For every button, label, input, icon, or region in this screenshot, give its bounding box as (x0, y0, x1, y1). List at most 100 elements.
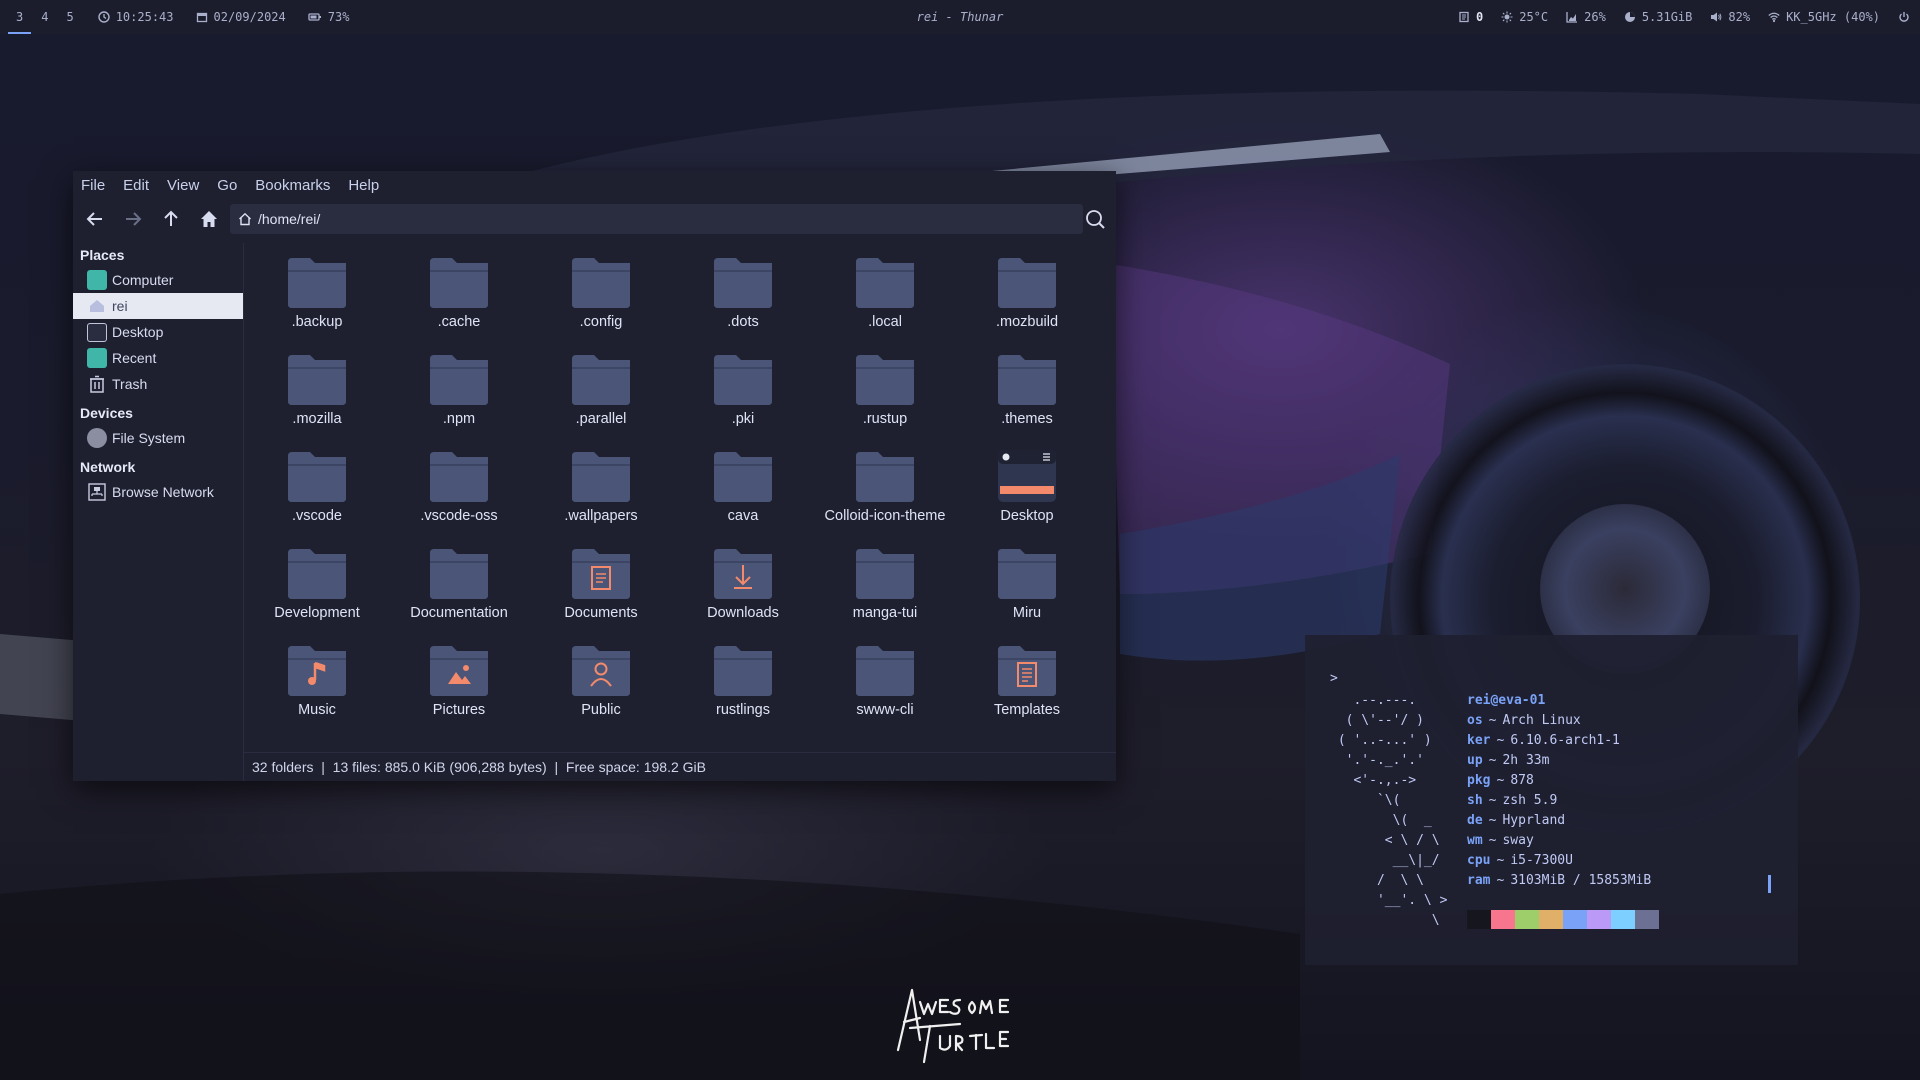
info-separator: ~ (1488, 753, 1497, 768)
file-item[interactable]: .mozbuild (956, 243, 1098, 340)
forward-button[interactable] (117, 203, 149, 235)
folder-icon (998, 547, 1056, 599)
file-item[interactable]: .local (814, 243, 956, 340)
file-item-label: Development (274, 605, 360, 621)
info-key: wm (1467, 833, 1483, 848)
sidebar-item-computer[interactable]: Computer (73, 267, 243, 293)
file-item[interactable]: .rustup (814, 340, 956, 437)
file-item[interactable]: Documentation (388, 534, 530, 631)
file-item-label: Pictures (432, 702, 486, 718)
file-item[interactable]: .dots (672, 243, 814, 340)
power-icon (1899, 12, 1909, 22)
workspace-4[interactable]: 4 (39, 10, 50, 24)
folder-icon (714, 256, 772, 308)
places-heading: Places (80, 247, 125, 263)
menu-edit[interactable]: Edit (123, 177, 149, 194)
power-module[interactable] (1898, 11, 1910, 23)
location-bar[interactable]: /home/rei/ (230, 204, 1083, 234)
file-item-label: Templates (993, 702, 1061, 718)
file-item[interactable]: cava (672, 437, 814, 534)
menu-view[interactable]: View (167, 177, 199, 194)
folder-icon (430, 450, 488, 502)
file-item[interactable]: .vscode (246, 437, 388, 534)
file-item[interactable]: .npm (388, 340, 530, 437)
file-item[interactable]: Downloads (672, 534, 814, 631)
parent-folder-button[interactable] (155, 203, 187, 235)
notifications-module[interactable]: 0 (1458, 10, 1483, 24)
wifi-icon (1768, 12, 1780, 23)
file-item[interactable]: .backup (246, 243, 388, 340)
info-row: sh ~ zsh 5.9 (1467, 791, 1651, 811)
sidebar-item-trash[interactable]: Trash (73, 371, 243, 397)
home-button[interactable] (193, 203, 225, 235)
info-row: os ~ Arch Linux (1467, 711, 1651, 731)
pictures-folder-icon (430, 644, 488, 696)
folder-icon (430, 547, 488, 599)
file-item[interactable]: .mozilla (246, 340, 388, 437)
back-button[interactable] (79, 203, 111, 235)
home-icon (87, 296, 107, 316)
file-item[interactable]: Documents (530, 534, 672, 631)
file-item[interactable]: .pki (672, 340, 814, 437)
file-item[interactable]: .cache (388, 243, 530, 340)
sidebar: Places Computer rei Desktop Recent Trash… (73, 243, 244, 781)
file-item[interactable]: .vscode-oss (388, 437, 530, 534)
file-item[interactable]: .themes (956, 340, 1098, 437)
file-item[interactable]: Public (530, 631, 672, 728)
sidebar-item-label: Computer (112, 272, 174, 288)
file-item[interactable]: .config (530, 243, 672, 340)
volume-module[interactable]: 82% (1710, 10, 1750, 24)
home-icon (201, 211, 217, 227)
file-item[interactable]: Desktop (956, 437, 1098, 534)
file-item-label: Music (298, 702, 336, 718)
sidebar-item-browse-network[interactable]: Browse Network (73, 479, 243, 505)
terminal-window[interactable]: > .--.---. ( \'--'/ ) ( '..-...' ) '.'-.… (1305, 635, 1798, 965)
system-info: rei@eva-01 os ~ Arch Linux ker ~6.10.6-arch1… (1467, 691, 1651, 891)
search-button[interactable] (1079, 203, 1111, 235)
info-value: 6.10.6-arch1-1 (1510, 733, 1620, 748)
computer-icon (87, 270, 107, 290)
file-item-label: Colloid-icon-theme (824, 508, 946, 524)
workspace-5[interactable]: 5 (64, 10, 75, 24)
file-item-label: .rustup (862, 411, 908, 427)
file-item[interactable]: Templates (956, 631, 1098, 728)
battery-module: 73% (308, 10, 349, 24)
menu-bookmarks[interactable]: Bookmarks (255, 177, 330, 194)
info-value: 3103MiB / 15853MiB (1510, 873, 1652, 888)
clock-icon (98, 11, 110, 23)
info-key: sh (1467, 793, 1483, 808)
wifi-module[interactable]: KK_5GHz (40%) (1768, 10, 1880, 24)
file-item[interactable]: .wallpapers (530, 437, 672, 534)
toolbar: /home/rei/ (73, 199, 1116, 239)
info-value: Hyprland (1502, 813, 1566, 828)
file-item-label: Downloads (707, 605, 779, 621)
file-item[interactable]: rustlings (672, 631, 814, 728)
file-grid: .backup .cache .config .dots .local .moz… (244, 243, 1098, 728)
menu-help[interactable]: Help (348, 177, 379, 194)
file-item[interactable]: Miru (956, 534, 1098, 631)
file-item[interactable]: swww-cli (814, 631, 956, 728)
cpu-module: 26% (1566, 10, 1606, 24)
folder-icon (856, 256, 914, 308)
menu-file[interactable]: File (81, 177, 105, 194)
sidebar-item-rei[interactable]: rei (73, 293, 243, 319)
public-folder-icon (572, 644, 630, 696)
file-item[interactable]: manga-tui (814, 534, 956, 631)
workspace-3[interactable]: 3 (7, 10, 32, 34)
desktop-folder-icon (998, 450, 1056, 502)
file-item[interactable]: .parallel (530, 340, 672, 437)
file-item[interactable]: Pictures (388, 631, 530, 728)
file-item[interactable]: Music (246, 631, 388, 728)
file-item-label: .cache (437, 314, 481, 330)
info-separator: ~ (1496, 733, 1505, 748)
palette-swatch (1587, 910, 1611, 929)
file-item[interactable]: Development (246, 534, 388, 631)
menu-go[interactable]: Go (217, 177, 237, 194)
sidebar-item-recent[interactable]: Recent (73, 345, 243, 371)
sidebar-item-desktop[interactable]: Desktop (73, 319, 243, 345)
file-view[interactable]: .backup .cache .config .dots .local .moz… (244, 243, 1116, 753)
sidebar-item-file-system[interactable]: File System (73, 425, 243, 451)
file-item[interactable]: Colloid-icon-theme (814, 437, 956, 534)
sidebar-item-label: Desktop (112, 324, 164, 340)
file-item-label: .backup (291, 314, 343, 330)
